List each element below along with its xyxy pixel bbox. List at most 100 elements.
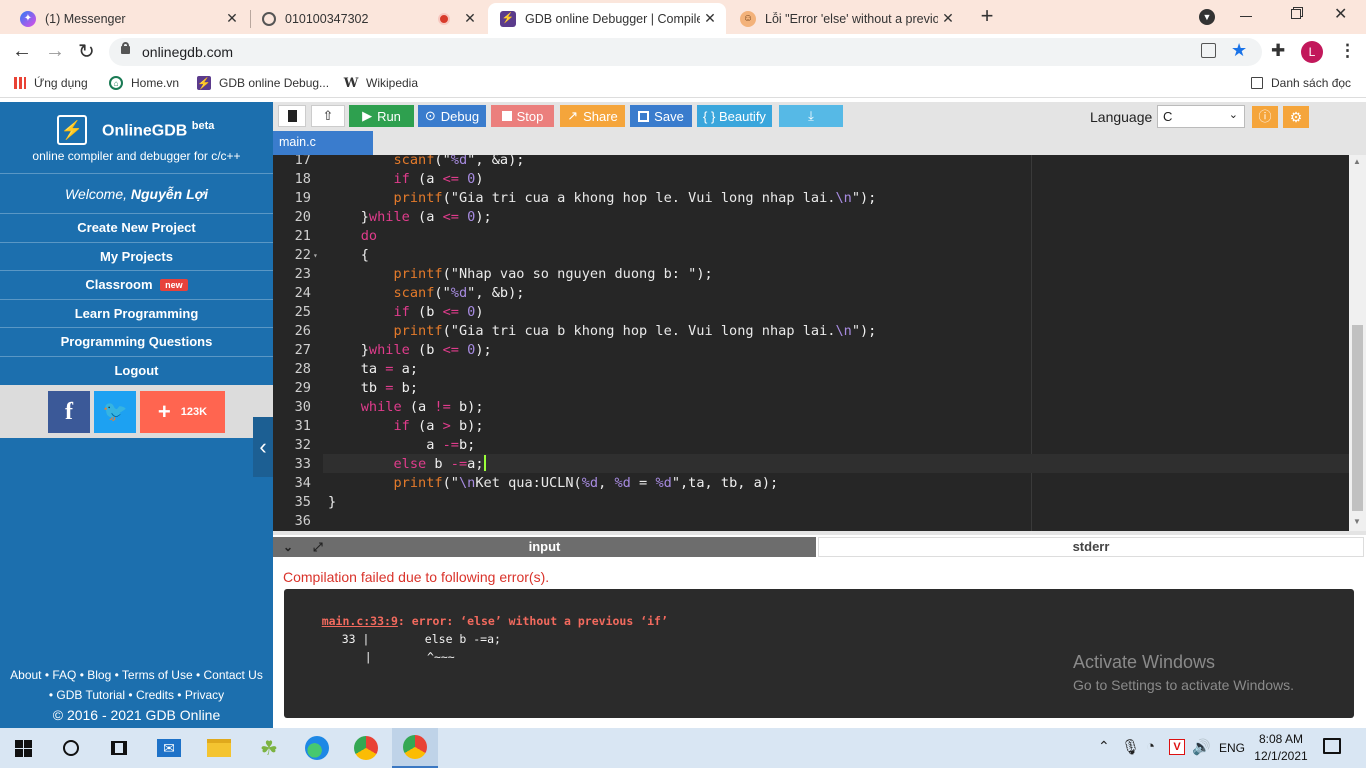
fold-arrow-icon[interactable]: ▾	[313, 246, 318, 265]
nav-my-projects[interactable]: My Projects	[0, 242, 273, 270]
nav-logout[interactable]: Logout	[0, 356, 273, 384]
info-button[interactable]: ⓘ	[1252, 106, 1278, 128]
nav-create-project[interactable]: Create New Project	[0, 213, 273, 241]
tray-overflow-icon[interactable]: ⌃	[1098, 738, 1110, 755]
edge-icon[interactable]	[294, 728, 340, 768]
scroll-down-arrow-icon[interactable]: ▼	[1353, 517, 1361, 526]
scrollbar-thumb[interactable]	[1352, 325, 1363, 511]
line-number: 19	[294, 190, 311, 206]
restore-icon[interactable]	[1291, 9, 1301, 19]
save-button[interactable]: Save	[630, 105, 692, 127]
microphone-icon[interactable]: 🎙	[1121, 738, 1140, 756]
input-language[interactable]: ENG	[1219, 741, 1245, 755]
code-text: else b -=a;	[393, 455, 486, 472]
browser-menu-icon[interactable]: ⋮	[1339, 41, 1356, 61]
search-icon[interactable]	[48, 728, 94, 768]
line-number: 31	[294, 418, 311, 434]
twitter-share-button[interactable]: 🐦	[94, 391, 136, 433]
beautify-button[interactable]: { } Beautify	[697, 105, 772, 127]
run-button[interactable]: ▶ Run	[349, 105, 414, 127]
tab-title: (1) Messenger	[45, 11, 126, 26]
close-tab-icon[interactable]: ✕	[938, 10, 958, 27]
clock-time[interactable]: 8:08 AM	[1256, 732, 1306, 746]
facebook-share-button[interactable]: f	[48, 391, 90, 433]
stop-button[interactable]: Stop	[491, 105, 554, 127]
close-window-icon[interactable]: ✕	[1334, 4, 1347, 24]
tab-gdb-online[interactable]: ⚡ GDB online Debugger | Compiler ✕	[488, 3, 726, 34]
download-button[interactable]: ⤓	[779, 105, 843, 127]
app-icon[interactable]: ☘	[246, 728, 292, 768]
back-icon[interactable]: ←	[12, 40, 32, 63]
upload-button[interactable]: ⇧	[311, 105, 345, 127]
tab-error-search[interactable]: ☺ Lỗi "Error 'else' without a previou ✕	[728, 3, 964, 34]
tab-document[interactable]: 010100347302 ✕	[250, 3, 486, 34]
editor-scrollbar[interactable]: ▲ ▼	[1349, 155, 1366, 531]
code-text: if (a > b);	[393, 418, 484, 434]
input-tab-label: input	[528, 539, 561, 554]
footer-links-1[interactable]: About • FAQ • Blog • Terms of Use • Cont…	[0, 668, 273, 682]
bookmark-wikipedia[interactable]: W Wikipedia	[344, 76, 418, 91]
code-editor[interactable]: 17 scanf("%d", &a); 18 if (a <= 0) 19 pr…	[273, 155, 1366, 531]
settings-gear-icon[interactable]: ⚙	[1283, 106, 1309, 128]
reading-list[interactable]: Danh sách đọc	[1251, 76, 1351, 90]
collapse-chevron-icon[interactable]: ⌄	[283, 537, 293, 557]
share-count: 123K	[180, 406, 208, 418]
gdb-lightning-icon: ⚡	[197, 76, 211, 90]
close-tab-icon[interactable]: ✕	[460, 10, 480, 27]
addthis-share-button[interactable]: + 123K	[140, 391, 225, 433]
url-text[interactable]: onlinegdb.com	[142, 44, 233, 60]
task-view-icon[interactable]	[96, 728, 142, 768]
close-tab-icon[interactable]: ✕	[700, 10, 720, 27]
tab-messenger[interactable]: ✦ (1) Messenger ✕	[8, 3, 248, 34]
windows-start-icon[interactable]	[0, 728, 46, 768]
expand-icon[interactable]: ⤢	[313, 537, 323, 557]
nav-classroom[interactable]: Classroom new	[0, 270, 273, 298]
mail-icon[interactable]: ✉	[146, 728, 192, 768]
notifications-icon[interactable]	[1323, 738, 1341, 754]
bookmark-apps[interactable]: Ứng dụng	[14, 76, 88, 90]
tab-title: GDB online Debugger | Compiler	[525, 11, 700, 26]
io-tab-stderr[interactable]: stderr	[818, 537, 1364, 557]
windows-taskbar: ✉ ☘ ⌃ 🎙 ◔ V 🔊 ENG 8:08 AM 12/1/2021	[0, 728, 1366, 768]
nav-programming-questions[interactable]: Programming Questions	[0, 327, 273, 355]
vpn-icon[interactable]: V	[1169, 739, 1185, 755]
io-tab-input[interactable]: ⌄ ⤢ input	[273, 537, 816, 557]
chrome-profile-icon[interactable]	[392, 728, 438, 768]
profile-avatar[interactable]: L	[1301, 41, 1323, 63]
bookmark-homevn[interactable]: ⌂ Home.vn	[109, 76, 179, 90]
new-file-button[interactable]	[278, 105, 306, 127]
code-text: if (a <= 0)	[393, 171, 484, 187]
collapse-sidebar-button[interactable]: ‹	[253, 417, 273, 477]
extensions-icon[interactable]: ✚	[1271, 41, 1285, 61]
tab-search-icon[interactable]: ▼	[1199, 9, 1215, 25]
wifi-icon[interactable]: ◔	[1146, 738, 1155, 755]
clock-date[interactable]: 12/1/2021	[1254, 749, 1308, 763]
share-button[interactable]: ↗ Share	[560, 105, 625, 127]
close-tab-icon[interactable]: ✕	[222, 10, 242, 27]
address-bar[interactable]: onlinegdb.com ★	[109, 38, 1262, 66]
reload-icon[interactable]: ↻	[78, 39, 95, 64]
brand-name[interactable]: OnlineGDB	[102, 122, 187, 139]
volume-icon[interactable]: 🔊	[1192, 738, 1211, 756]
language-select[interactable]: C ⌄	[1157, 105, 1245, 128]
chrome-icon[interactable]	[343, 728, 389, 768]
scroll-up-arrow-icon[interactable]: ▲	[1353, 157, 1361, 166]
forward-icon[interactable]: →	[45, 40, 65, 63]
line-number: 23	[294, 266, 311, 282]
debug-icon: ⊙	[424, 108, 436, 123]
save-icon	[638, 110, 650, 122]
code-text: if (b <= 0)	[393, 304, 484, 320]
file-tab-main-c[interactable]: main.c	[273, 131, 373, 155]
nav-learn-programming[interactable]: Learn Programming	[0, 299, 273, 327]
footer-links-2[interactable]: • GDB Tutorial • Credits • Privacy	[0, 688, 273, 702]
new-tab-button[interactable]: +	[976, 4, 998, 28]
bookmark-gdb[interactable]: ⚡ GDB online Debug...	[197, 76, 329, 90]
share-page-icon[interactable]	[1201, 43, 1216, 58]
bookmark-label: Ứng dụng	[34, 76, 88, 90]
bookmark-star-icon[interactable]: ★	[1231, 40, 1247, 61]
minimize-icon[interactable]	[1240, 16, 1252, 17]
file-explorer-icon[interactable]	[196, 728, 242, 768]
debug-button[interactable]: ⊙ Debug	[418, 105, 486, 127]
line-number: 29	[294, 380, 311, 396]
code-text: a -=b;	[328, 437, 476, 453]
